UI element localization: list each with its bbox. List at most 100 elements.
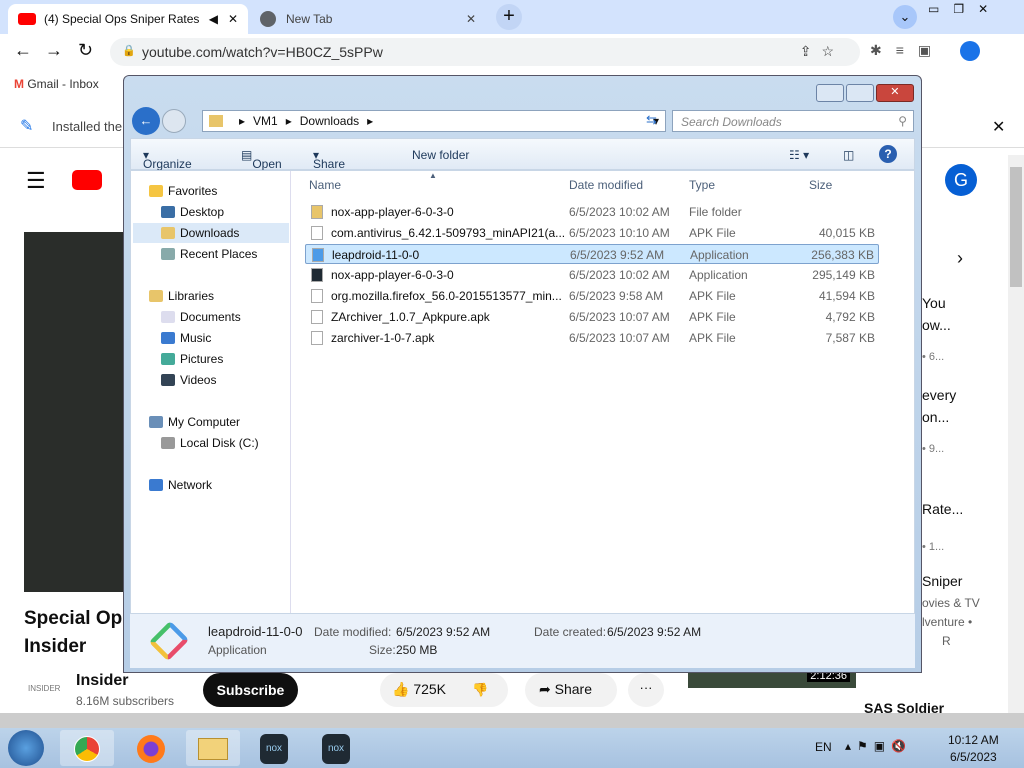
view-options-icon[interactable]: ☷ ▾ [789,148,809,162]
back-icon[interactable]: ← [14,40,32,61]
size-value: 250 MB [396,643,438,657]
taskbar-explorer[interactable] [186,730,240,766]
file-row[interactable]: nox-app-player-6-0-3-0 6/5/2023 10:02 AM… [305,265,879,285]
more-button[interactable]: ··· [628,673,664,707]
share-label: Share [554,681,592,697]
reload-icon[interactable]: ↻ [78,40,93,61]
vertical-scrollbar[interactable] [1008,155,1024,713]
tree-item-my-computer[interactable]: My Computer [149,412,240,432]
share-and-bookmark-icons[interactable]: ⇪☆ [800,43,844,60]
tree-item-documents[interactable]: Documents [161,307,241,327]
taskbar-firefox[interactable] [124,730,178,766]
close-tab-icon[interactable]: ✕ [228,12,238,26]
breadcrumb[interactable]: ▸ VM1 ▸ Downloads ▸ ▾ [202,110,666,132]
related-videos[interactable]: You ow... • 6... every on... • 9... Rate... •… [922,292,980,652]
breadcrumb-downloads[interactable]: Downloads [300,114,359,128]
file-name: ZArchiver_1.0.7_Apkpure.apk [331,310,490,324]
window-controls[interactable]: ▭❐✕ [928,2,1002,16]
dislike-button[interactable]: 👎 [472,673,508,707]
refresh-button[interactable]: ⇆ [646,112,657,128]
chevron-right-icon[interactable]: › [957,248,963,269]
channel-name[interactable]: Insider [76,672,128,690]
extensions-icons[interactable]: ✱≡▣ [870,42,945,59]
preview-pane-icon[interactable]: ◫ [843,148,854,162]
close-button[interactable]: ✕ [875,84,914,102]
back-button[interactable]: ← [132,107,160,135]
new-folder-button[interactable]: New folder [412,148,469,162]
file-size: 295,149 KB [812,268,875,282]
window-controls[interactable]: ✕ [816,84,914,102]
taskbar-nox-2[interactable]: nox [310,730,364,766]
sort-arrow-icon: ▲ [429,171,437,180]
tab-new-tab[interactable]: New Tab ✕ [250,4,486,34]
audio-icon[interactable]: ◀ [209,12,218,26]
file-icon [311,268,323,282]
file-row[interactable]: org.mozilla.firefox_56.0-2015513577_min.… [305,286,879,306]
file-row[interactable]: zarchiver-1-0-7.apk 6/5/2023 10:07 AM AP… [305,328,879,348]
horizontal-scrollbar[interactable] [0,713,1024,728]
clock-time[interactable]: 10:12 AM [948,733,999,747]
file-type: Application [690,248,749,262]
tree-label: Favorites [168,184,218,198]
tree-item-downloads[interactable]: Downloads [133,223,289,243]
share-button[interactable]: ➦ Share [525,673,617,707]
avatar[interactable]: G [945,164,977,196]
tab-youtube[interactable]: (4) Special Ops Sniper Rates ◀ ✕ [8,4,248,34]
file-date: 6/5/2023 9:58 AM [569,289,664,303]
tree-item-recent-places[interactable]: Recent Places [161,244,257,264]
tree-item-favorites[interactable]: Favorites [149,181,217,201]
minimize-button[interactable] [816,84,844,102]
file-row[interactable]: com.antivirus_6.42.1-509793_minAPI21(a..… [305,223,879,243]
help-icon[interactable]: ? [879,145,897,163]
search-placeholder: Search Downloads [681,115,782,129]
file-row[interactable]: leapdroid-11-0-0 6/5/2023 9:52 AM Applic… [305,244,879,264]
channel-logo[interactable]: INSIDER [28,684,60,693]
tree-item-network[interactable]: Network [149,475,212,495]
bookmark-gmail[interactable]: M Gmail - Inbox [14,77,99,91]
column-date[interactable]: Date modified [569,178,643,192]
new-tab-button[interactable]: + [496,4,522,30]
tree-item-libraries[interactable]: Libraries [149,286,214,306]
organize-menu[interactable]: Organize ▾ [143,148,192,171]
tree-item-pictures[interactable]: Pictures [161,349,223,369]
tree-item-desktop[interactable]: Desktop [161,202,224,222]
tree-item-local-disk-c[interactable]: Local Disk (C:) [161,433,259,453]
search-input[interactable]: Search Downloads ⚲ [672,110,914,132]
file-type: APK File [689,310,736,324]
column-name[interactable]: Name [309,178,341,192]
tree-label: Network [168,478,213,492]
address-bar[interactable]: 🔒 youtube.com/watch?v=HB0CZ_5sPPw ⇪☆ [110,38,860,66]
tree-item-videos[interactable]: Videos [161,370,216,390]
youtube-logo[interactable] [72,170,102,190]
folder-icon [161,227,175,239]
share-with-menu[interactable]: Share with ▾ [313,148,345,185]
file-row[interactable]: ZArchiver_1.0.7_Apkpure.apk 6/5/2023 10:… [305,307,879,327]
column-size[interactable]: Size [809,178,832,192]
taskbar-nox[interactable]: nox [248,730,302,766]
open-button[interactable]: ▤ Open [241,148,282,171]
profile-icon[interactable] [960,41,980,61]
file-type: Application [689,268,748,282]
language-indicator[interactable]: EN [815,740,832,754]
column-type[interactable]: Type [689,178,715,192]
tab-search-button[interactable]: ⌄ [893,5,917,29]
close-infobar-icon[interactable]: ✕ [992,117,1005,137]
subscribe-button[interactable]: Subscribe [203,673,298,707]
file-type: APK File [689,331,736,345]
video-player[interactable] [24,232,124,592]
menu-label: Organize [143,157,192,171]
forward-icon[interactable]: → [45,40,63,61]
file-icon [311,226,323,240]
tree-item-music[interactable]: Music [161,328,211,348]
maximize-button[interactable] [845,84,874,102]
file-type: APK File [689,289,736,303]
clock-date[interactable]: 6/5/2023 [950,750,997,764]
close-tab-icon[interactable]: ✕ [466,12,476,26]
file-row[interactable]: nox-app-player-6-0-3-0 6/5/2023 10:02 AM… [305,202,879,222]
forward-button[interactable] [162,109,186,133]
start-button[interactable] [8,730,44,766]
breadcrumb-vm1[interactable]: VM1 [253,114,278,128]
taskbar-chrome[interactable] [60,730,114,766]
tray-icons[interactable]: ▴⚑▣🔇 [845,739,912,753]
menu-icon[interactable]: ☰ [26,168,46,194]
